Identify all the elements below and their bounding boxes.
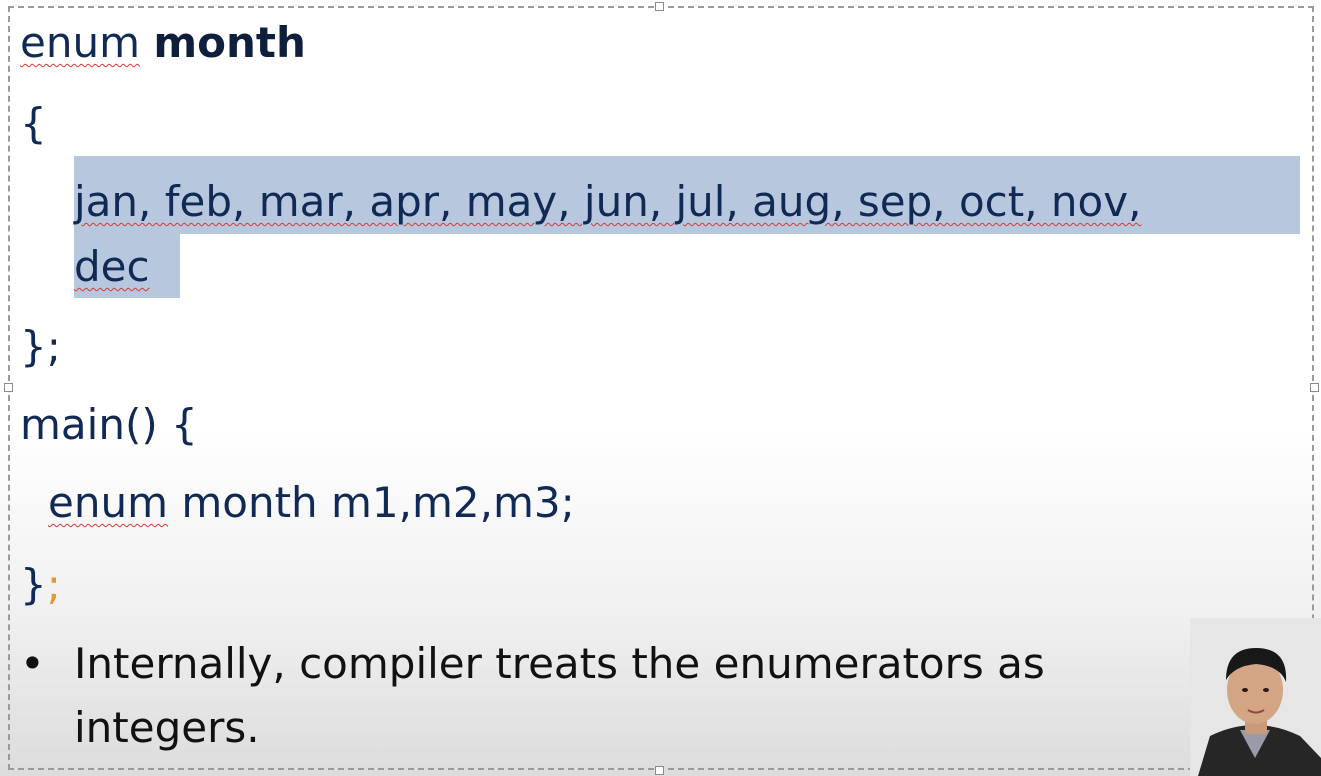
close-brace-semicolon: };: [20, 322, 61, 371]
presenter-webcam-image: [1190, 618, 1321, 776]
main-signature: main() {: [20, 400, 198, 449]
main-close-line: };: [20, 564, 61, 606]
enum-name: month: [153, 18, 306, 67]
bullet-line2: integers.: [74, 703, 260, 752]
main-close-semicolon: ;: [46, 560, 61, 609]
resize-handle-right[interactable]: [1310, 383, 1319, 392]
resize-handle-bottom[interactable]: [655, 766, 664, 775]
enum-values-line2: dec: [74, 246, 150, 288]
enum-values-line1: jan, feb, mar, apr, may, jun, jul, aug, …: [74, 181, 1141, 223]
decl-enum-keyword: enum: [48, 478, 168, 527]
resize-handle-top[interactable]: [655, 2, 664, 11]
main-close-brace: }: [20, 560, 47, 609]
decl-rest: month m1,m2,m3;: [168, 478, 575, 527]
slide: enum month { jan, feb, mar, apr, may, ju…: [0, 0, 1321, 776]
enum-keyword: enum: [20, 18, 140, 67]
bullet-line1: Internally, compiler treats the enumerat…: [74, 639, 1045, 688]
enum-value-dec: dec: [74, 242, 150, 291]
open-brace: {: [20, 99, 47, 148]
enum-variable-declaration: enum month m1,m2,m3;: [48, 482, 575, 524]
enum-declaration-line: enum month: [20, 22, 306, 64]
bullet-symbol: •: [20, 639, 45, 688]
enum-values-text: jan, feb, mar, apr, may, jun, jul, aug, …: [74, 177, 1142, 226]
resize-handle-left[interactable]: [4, 383, 13, 392]
